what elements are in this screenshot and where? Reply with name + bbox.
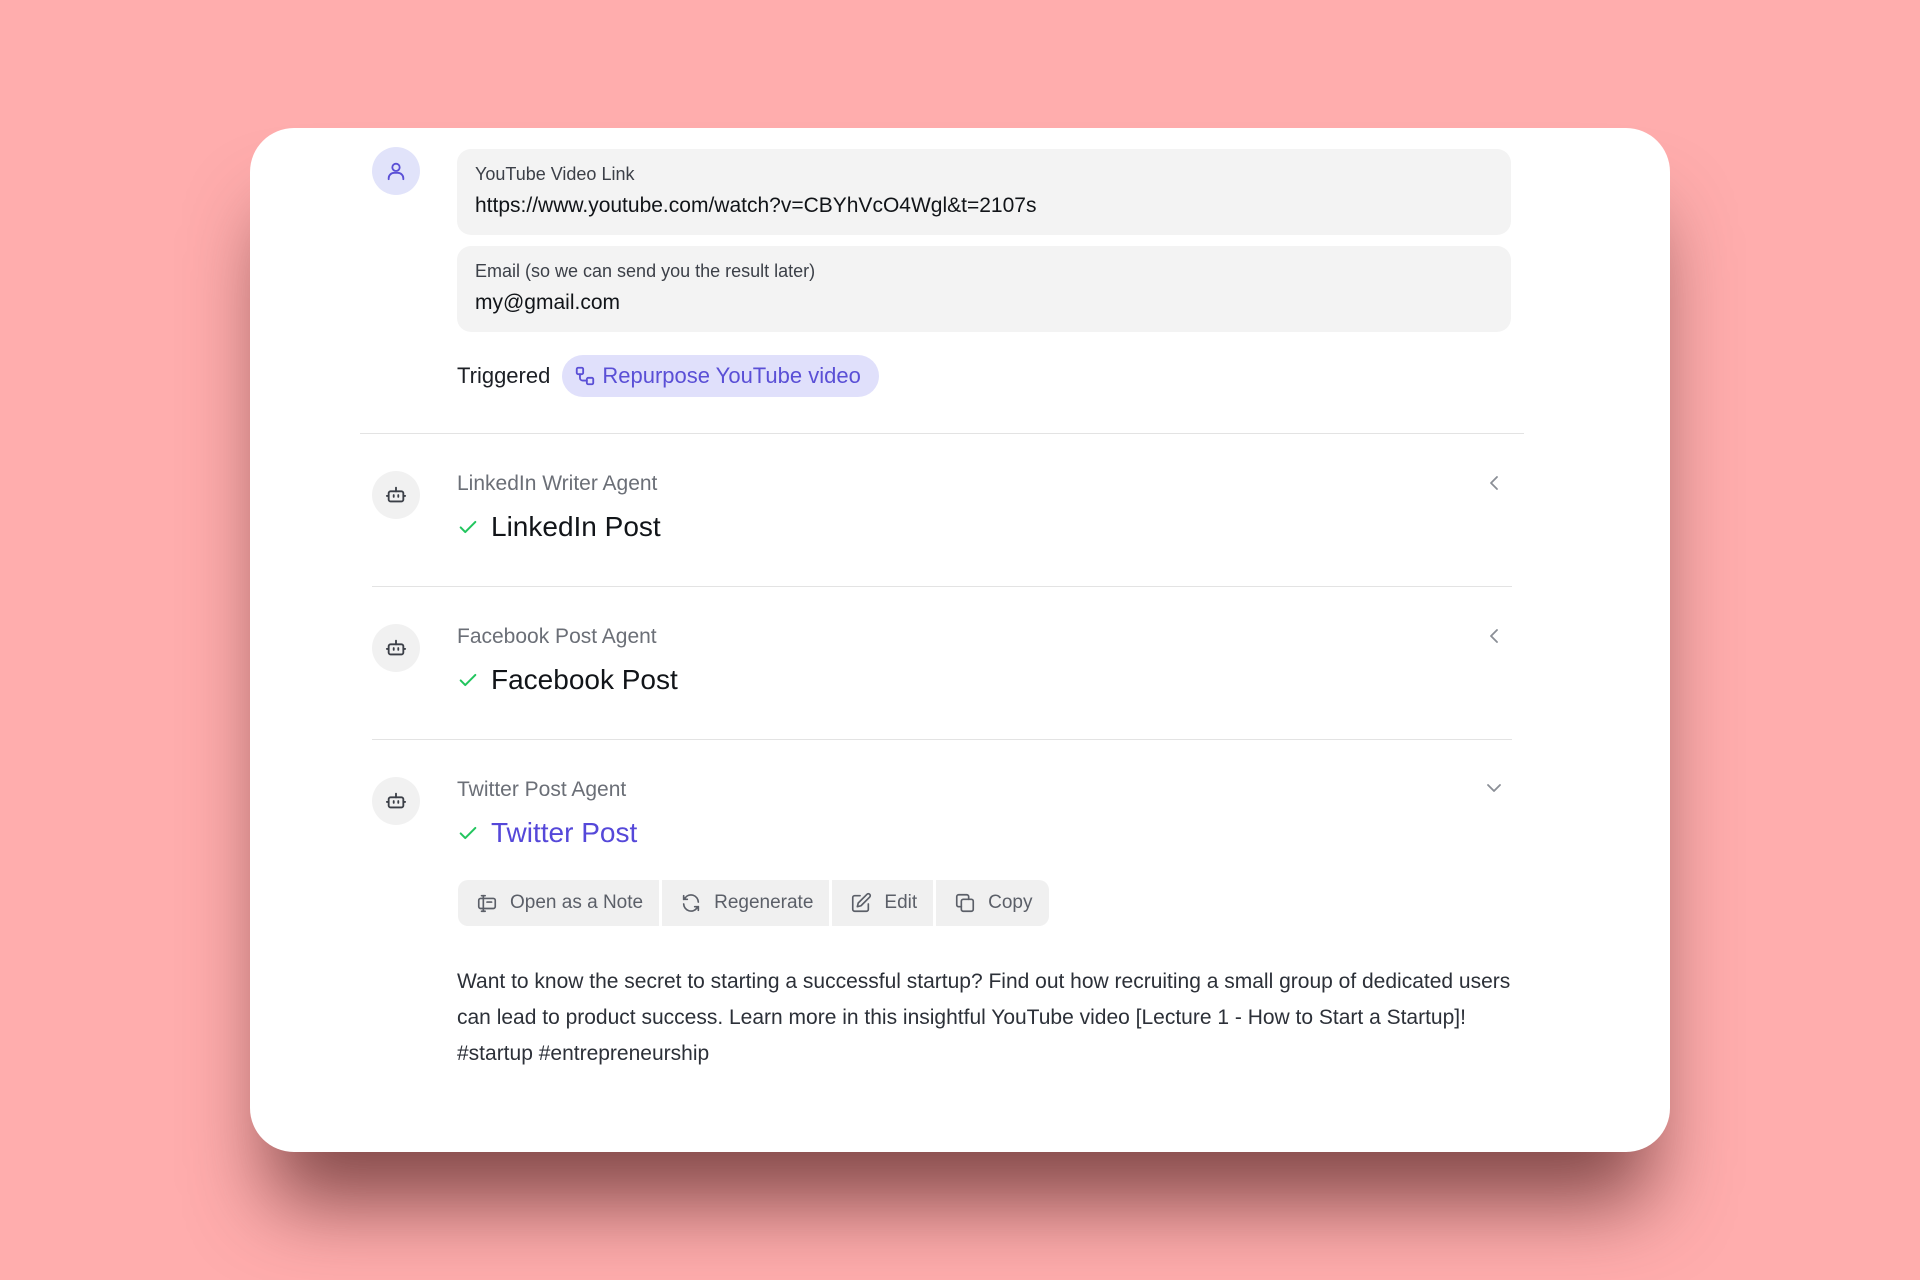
section-divider <box>360 433 1524 434</box>
chevron-left-icon[interactable] <box>1484 626 1504 646</box>
email-field[interactable]: Email (so we can send you the result lat… <box>457 246 1511 332</box>
email-label: Email (so we can send you the result lat… <box>475 261 816 281</box>
check-icon <box>459 673 477 687</box>
youtube-link-field[interactable]: YouTube Video Link https://www.youtube.c… <box>457 149 1511 235</box>
agent-title-twitter: Twitter Post <box>491 817 638 848</box>
youtube-link-value[interactable]: https://www.youtube.com/watch?v=CBYhVcO4… <box>475 193 1493 219</box>
agent-divider <box>372 739 1512 740</box>
edit-icon <box>852 892 872 913</box>
youtube-link-label: YouTube Video Link <box>475 164 635 184</box>
agent-avatar-linkedin <box>372 471 420 519</box>
refresh-icon <box>682 894 700 912</box>
agent-divider <box>372 586 1512 587</box>
user-icon <box>387 162 405 181</box>
check-icon <box>459 826 477 840</box>
chevron-left-icon[interactable] <box>1484 473 1504 493</box>
triggered-label: Triggered <box>457 363 551 388</box>
robot-icon <box>385 486 407 503</box>
edit-label: Edit <box>884 892 918 913</box>
workflow-icon <box>576 366 595 386</box>
triggered-row: Triggered Repurpose YouTube video <box>457 355 879 397</box>
robot-icon <box>385 792 407 809</box>
generated-post-text: Want to know the secret to starting a su… <box>457 970 1511 1065</box>
copy-button[interactable]: Copy <box>936 880 1049 926</box>
agent-title-linkedin: LinkedIn Post <box>491 511 661 542</box>
user-avatar <box>372 147 420 195</box>
regenerate-button[interactable]: Regenerate <box>662 880 830 926</box>
agent-avatar-twitter <box>372 777 420 825</box>
trigger-workflow-label: Repurpose YouTube video <box>602 363 861 388</box>
robot-icon <box>385 639 407 656</box>
open-as-note-button[interactable]: Open as a Note <box>458 880 660 926</box>
agent-output-twitter[interactable]: Twitter Post <box>457 817 637 849</box>
email-value[interactable]: my@gmail.com <box>475 290 1493 316</box>
agent-name-linkedin: LinkedIn Writer Agent <box>457 472 658 495</box>
trigger-workflow-chip[interactable]: Repurpose YouTube video <box>562 355 879 397</box>
copy-icon <box>956 893 975 913</box>
edit-button[interactable]: Edit <box>832 880 934 926</box>
agent-title-facebook: Facebook Post <box>491 664 678 695</box>
check-icon <box>459 520 477 534</box>
open-as-note-label: Open as a Note <box>510 892 644 913</box>
copy-label: Copy <box>988 892 1033 913</box>
agent-name-facebook: Facebook Post Agent <box>457 625 657 648</box>
chevron-down-icon[interactable] <box>1484 778 1504 798</box>
agent-avatar-facebook <box>372 624 420 672</box>
output-toolbar: Open as a Note Regenerate Edit Copy <box>458 880 1049 926</box>
chat-card: YouTube Video Link https://www.youtube.c… <box>250 128 1670 1152</box>
note-icon <box>477 894 497 913</box>
agent-name-twitter: Twitter Post Agent <box>457 778 627 801</box>
regenerate-label: Regenerate <box>714 892 814 913</box>
agent-output-facebook[interactable]: Facebook Post <box>457 664 678 696</box>
agent-output-linkedin[interactable]: LinkedIn Post <box>457 511 661 543</box>
